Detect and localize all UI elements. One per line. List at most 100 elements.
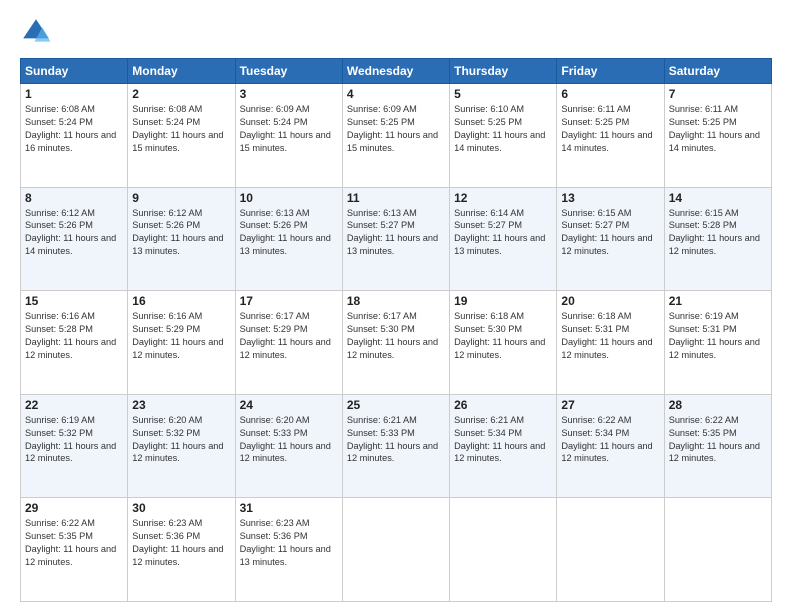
day-info: Sunrise: 6:09 AMSunset: 5:25 PMDaylight:… bbox=[347, 103, 445, 155]
day-number: 3 bbox=[240, 87, 338, 101]
empty-cell bbox=[342, 498, 449, 602]
day-number: 8 bbox=[25, 191, 123, 205]
calendar-day: 16Sunrise: 6:16 AMSunset: 5:29 PMDayligh… bbox=[128, 291, 235, 395]
calendar-day: 30Sunrise: 6:23 AMSunset: 5:36 PMDayligh… bbox=[128, 498, 235, 602]
day-info: Sunrise: 6:17 AMSunset: 5:30 PMDaylight:… bbox=[347, 310, 445, 362]
sunset-label: Sunset: 5:28 PM bbox=[669, 220, 737, 230]
sunset-label: Sunset: 5:24 PM bbox=[240, 117, 308, 127]
sunrise-label: Sunrise: 6:21 AM bbox=[347, 415, 417, 425]
sunset-label: Sunset: 5:29 PM bbox=[240, 324, 308, 334]
day-info: Sunrise: 6:08 AMSunset: 5:24 PMDaylight:… bbox=[25, 103, 123, 155]
sunset-label: Sunset: 5:31 PM bbox=[669, 324, 737, 334]
daylight-label: Daylight: 11 hours and 12 minutes. bbox=[240, 441, 331, 464]
day-info: Sunrise: 6:13 AMSunset: 5:26 PMDaylight:… bbox=[240, 207, 338, 259]
calendar-day: 22Sunrise: 6:19 AMSunset: 5:32 PMDayligh… bbox=[21, 394, 128, 498]
sunset-label: Sunset: 5:35 PM bbox=[669, 428, 737, 438]
sunset-label: Sunset: 5:32 PM bbox=[25, 428, 93, 438]
day-info: Sunrise: 6:22 AMSunset: 5:35 PMDaylight:… bbox=[25, 517, 123, 569]
calendar-day: 7 Sunrise: 6:11 AM Sunset: 5:25 PM Daylight… bbox=[664, 84, 771, 188]
daylight-label: Daylight: 11 hours and 12 minutes. bbox=[347, 441, 438, 464]
daylight-label: Daylight: 11 hours and 13 minutes. bbox=[240, 544, 331, 567]
day-info: Sunrise: 6:16 AMSunset: 5:28 PMDaylight:… bbox=[25, 310, 123, 362]
sunrise-label: Sunrise: 6:19 AM bbox=[669, 311, 739, 321]
sunrise-label: Sunrise: 6:15 AM bbox=[561, 208, 631, 218]
calendar-day: 11Sunrise: 6:13 AMSunset: 5:27 PMDayligh… bbox=[342, 187, 449, 291]
daylight-label: Daylight: 11 hours and 12 minutes. bbox=[25, 544, 116, 567]
calendar-day: 18 Sunrise: 6:17 AMSunset: 5:30 PMDayligh… bbox=[342, 291, 449, 395]
sunset-label: Sunset: 5:25 PM bbox=[347, 117, 415, 127]
day-number: 11 bbox=[347, 191, 445, 205]
calendar-day: 21Sunrise: 6:19 AMSunset: 5:31 PMDayligh… bbox=[664, 291, 771, 395]
day-info: Sunrise: 6:23 AMSunset: 5:36 PMDaylight:… bbox=[132, 517, 230, 569]
sunset-label: Sunset: 5:36 PM bbox=[240, 531, 308, 541]
day-number: 15 bbox=[25, 294, 123, 308]
empty-cell bbox=[557, 498, 664, 602]
header bbox=[20, 16, 772, 48]
daylight-label: Daylight: 11 hours and 12 minutes. bbox=[561, 233, 652, 256]
day-info: Sunrise: 6:12 AMSunset: 5:26 PMDaylight:… bbox=[25, 207, 123, 259]
daylight-label: Daylight: 11 hours and 12 minutes. bbox=[347, 337, 438, 360]
sunrise-label: Sunrise: 6:11 AM bbox=[561, 104, 630, 114]
calendar-day: 9Sunrise: 6:12 AMSunset: 5:26 PMDaylight… bbox=[128, 187, 235, 291]
calendar-day: 23Sunrise: 6:20 AMSunset: 5:32 PMDayligh… bbox=[128, 394, 235, 498]
weekday-header: Sunday bbox=[21, 59, 128, 84]
sunset-label: Sunset: 5:28 PM bbox=[25, 324, 93, 334]
day-number: 27 bbox=[561, 398, 659, 412]
sunset-label: Sunset: 5:30 PM bbox=[347, 324, 415, 334]
daylight-label: Daylight: 11 hours and 12 minutes. bbox=[25, 337, 116, 360]
calendar-day: 19Sunrise: 6:18 AMSunset: 5:30 PMDayligh… bbox=[450, 291, 557, 395]
calendar-day: 26Sunrise: 6:21 AMSunset: 5:34 PMDayligh… bbox=[450, 394, 557, 498]
day-info: Sunrise: 6:20 AMSunset: 5:33 PMDaylight:… bbox=[240, 414, 338, 466]
sunrise-label: Sunrise: 6:11 AM bbox=[669, 104, 738, 114]
sunset-label: Sunset: 5:27 PM bbox=[347, 220, 415, 230]
day-number: 13 bbox=[561, 191, 659, 205]
day-number: 31 bbox=[240, 501, 338, 515]
daylight-label: Daylight: 11 hours and 12 minutes. bbox=[454, 337, 545, 360]
day-info: Sunrise: 6:15 AMSunset: 5:28 PMDaylight:… bbox=[669, 207, 767, 259]
day-number: 7 bbox=[669, 87, 767, 101]
weekday-header: Tuesday bbox=[235, 59, 342, 84]
day-info: Sunrise: 6:11 AM Sunset: 5:25 PM Daylight:… bbox=[669, 103, 767, 155]
daylight-label: Daylight: 11 hours and 12 minutes. bbox=[132, 441, 223, 464]
daylight-label: Daylight: 11 hours and 13 minutes. bbox=[132, 233, 223, 256]
day-number: 18 bbox=[347, 294, 445, 308]
page: SundayMondayTuesdayWednesdayThursdayFrid… bbox=[0, 0, 792, 612]
day-number: 29 bbox=[25, 501, 123, 515]
day-info: Sunrise: 6:16 AMSunset: 5:29 PMDaylight:… bbox=[132, 310, 230, 362]
daylight-label: Daylight: 11 hours and 15 minutes. bbox=[240, 130, 331, 153]
day-number: 10 bbox=[240, 191, 338, 205]
sunset-label: Sunset: 5:33 PM bbox=[240, 428, 308, 438]
sunrise-label: Sunrise: 6:15 AM bbox=[669, 208, 739, 218]
weekday-header: Saturday bbox=[664, 59, 771, 84]
sunrise-label: Sunrise: 6:23 AM bbox=[240, 518, 310, 528]
sunset-label: Sunset: 5:27 PM bbox=[454, 220, 522, 230]
day-info: Sunrise: 6:14 AMSunset: 5:27 PMDaylight:… bbox=[454, 207, 552, 259]
sunset-label: Sunset: 5:24 PM bbox=[25, 117, 93, 127]
sunset-label: Sunset: 5:25 PM bbox=[669, 117, 737, 127]
empty-cell bbox=[450, 498, 557, 602]
sunrise-label: Sunrise: 6:22 AM bbox=[25, 518, 95, 528]
day-number: 17 bbox=[240, 294, 338, 308]
daylight-label: Daylight: 11 hours and 12 minutes. bbox=[669, 337, 760, 360]
daylight-label: Daylight: 11 hours and 12 minutes. bbox=[132, 337, 223, 360]
daylight-label: Daylight: 11 hours and 14 minutes. bbox=[669, 130, 760, 153]
sunset-label: Sunset: 5:27 PM bbox=[561, 220, 629, 230]
sunrise-label: Sunrise: 6:19 AM bbox=[25, 415, 95, 425]
day-info: Sunrise: 6:17 AMSunset: 5:29 PMDaylight:… bbox=[240, 310, 338, 362]
sunrise-label: Sunrise: 6:16 AM bbox=[132, 311, 202, 321]
daylight-label: Daylight: 11 hours and 15 minutes. bbox=[132, 130, 223, 153]
weekday-header: Wednesday bbox=[342, 59, 449, 84]
day-info: Sunrise: 6:08 AMSunset: 5:24 PMDaylight:… bbox=[132, 103, 230, 155]
sunset-label: Sunset: 5:24 PM bbox=[132, 117, 200, 127]
day-info: Sunrise: 6:22 AMSunset: 5:35 PMDaylight:… bbox=[669, 414, 767, 466]
calendar-day: 5Sunrise: 6:10 AMSunset: 5:25 PMDaylight… bbox=[450, 84, 557, 188]
sunrise-label: Sunrise: 6:08 AM bbox=[25, 104, 95, 114]
sunrise-label: Sunrise: 6:10 AM bbox=[454, 104, 524, 114]
sunset-label: Sunset: 5:34 PM bbox=[454, 428, 522, 438]
day-number: 28 bbox=[669, 398, 767, 412]
day-number: 2 bbox=[132, 87, 230, 101]
daylight-label: Daylight: 11 hours and 14 minutes. bbox=[561, 130, 652, 153]
calendar-day: 3 Sunrise: 6:09 AM Sunset: 5:24 PM Daylight… bbox=[235, 84, 342, 188]
day-number: 22 bbox=[25, 398, 123, 412]
sunrise-label: Sunrise: 6:09 AM bbox=[240, 104, 310, 114]
